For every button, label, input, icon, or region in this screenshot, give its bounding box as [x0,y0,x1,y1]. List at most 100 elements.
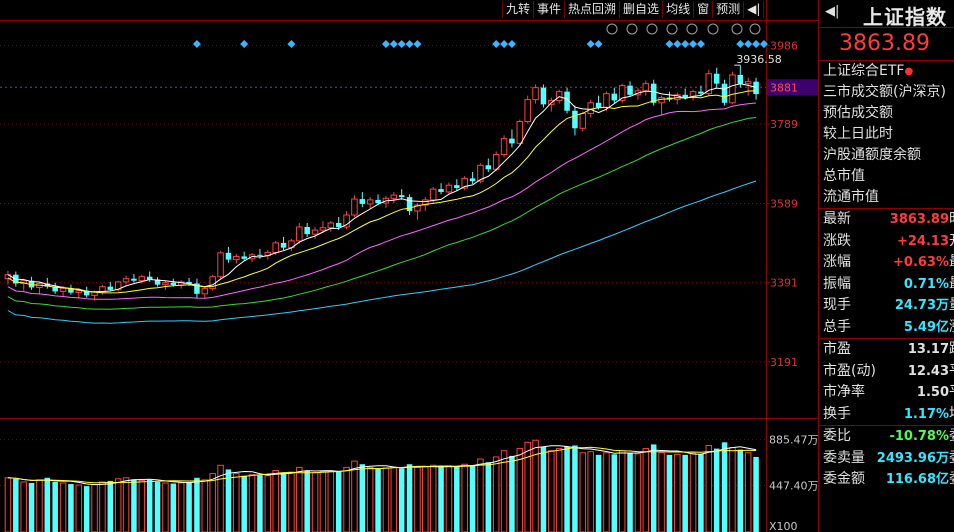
volume-bar [627,452,633,532]
volume-bar [327,470,335,532]
candle-body [138,276,146,282]
volume-bar [540,446,547,532]
candle-body [233,255,240,261]
info-line: 较上日此时 [823,126,893,142]
volume-bar [186,481,192,532]
stat-row: 市盈(动) 12.43平 [819,361,954,383]
toolbar-events-button[interactable]: 事件 [533,1,565,18]
volume-bar [28,483,35,532]
volume-bar [406,464,413,532]
volume-bar [721,442,728,532]
volume-bar [233,473,240,532]
volume-bar [146,479,153,532]
etf-dot-icon: ● [904,66,914,77]
stat-value: 24.73万 [894,298,949,313]
stat-value: 1.17% [903,406,949,422]
stat-row: 振幅 0.71%最 [819,274,954,296]
toolbar-remove-watchlist-button[interactable]: 删自选 [619,1,663,18]
event-marker-icon [413,40,422,48]
volume-bar [154,481,161,532]
volume-bar [454,466,460,532]
eye-icon[interactable] [646,23,658,35]
event-marker-icon [405,40,414,48]
candle-body [454,185,460,188]
volume-bar [241,475,247,532]
zoom-in-icon[interactable] [731,23,743,35]
stat-row: 市盈 13.17跌 [819,339,954,361]
candle-body [698,91,704,94]
volume-bar [177,482,185,532]
stat-row: 委比 -10.78%委 [819,426,954,448]
event-marker-icon [673,40,682,48]
volume-bar [524,441,531,532]
stat-label: 涨幅 [823,254,851,270]
volume-bar [83,486,90,532]
stat-value: 2493.96万 [876,450,949,466]
toolbar-forecast-button[interactable]: 预测 [712,1,744,18]
volume-bar [682,454,688,532]
quote-panel: ◀| 上证指数 3863.89 上证综合ETF● 三市成交额(沪深京) 预估成交额… [818,0,954,532]
candle-body [201,288,209,295]
candle-body [296,226,303,242]
info-line: 沪股通额度余额 [823,147,921,163]
volume-bar [753,456,759,532]
volume-bar [225,469,232,532]
candle-body [107,286,114,290]
volume-bar [713,448,720,532]
lock-icon[interactable] [666,23,678,35]
candle-body [75,290,83,294]
toolbar-hotspot-button[interactable]: 热点回溯 [564,1,620,18]
toolbar-ma-button[interactable]: 均线 [662,1,694,18]
toolbar-jiuzhuan-button[interactable]: 九转 [502,1,534,18]
candle-body [366,199,374,205]
event-marker-icon [744,40,753,48]
candle-body [555,91,563,101]
event-marker-icon [240,40,249,48]
candle-body [627,85,633,95]
event-marker-icon [736,40,745,48]
candle-body [225,252,232,260]
volume-bar [642,448,650,532]
volume-tick-label: 885.47万 [769,434,818,447]
volume-bar [429,464,437,532]
candle-body [485,165,492,170]
collapse-arrow-icon[interactable]: ◀| [825,4,839,19]
volume-bar [52,481,58,532]
volume-bar [114,478,122,532]
event-marker-icon [287,40,296,48]
tools-icon[interactable] [686,23,698,35]
info-line: 总市值 [823,168,865,184]
candle-body [398,195,405,198]
ai-icon[interactable] [606,23,618,35]
candle-body [438,189,444,192]
price-tick-label: 3391 [770,276,798,289]
volume-bar [170,483,177,532]
stat-row: 市净率 1.50平 [819,382,954,404]
candle-body [509,138,515,144]
candle-body [390,194,398,199]
candle-body [59,287,67,292]
stat-value: 0.71% [903,276,949,292]
pin-icon[interactable] [707,23,719,35]
stat-value: 3863.89 [889,212,949,227]
volume-bar [485,462,492,532]
volume-bar [737,449,744,532]
volume-bar [572,445,578,532]
toolbar-window-button[interactable]: 窗 [693,1,713,18]
chart-area[interactable]: 3986 3789 3589 3391 3191 3881 885.47万 447.40万 X1… [0,0,818,532]
volume-bar [75,484,83,532]
volume-bar [311,472,319,532]
toolbar-expand-icon[interactable]: ◀| [743,1,765,18]
kline-chart[interactable]: 3986 3789 3589 3391 3191 3881 885.47万 447.40万 X1… [0,0,818,532]
volume-bar [68,484,74,532]
related-etf-link[interactable]: 上证综合ETF● [819,61,954,82]
volume-bar [579,452,587,532]
pen-icon[interactable] [626,23,638,35]
zoom-out-icon[interactable] [749,23,761,35]
volume-bar [131,479,137,532]
candle-body [304,226,310,235]
volume-bar [335,471,342,532]
event-marker-icon [500,40,509,48]
index-title: 上证指数 [863,5,947,29]
stat-label: 委卖量 [823,449,865,466]
